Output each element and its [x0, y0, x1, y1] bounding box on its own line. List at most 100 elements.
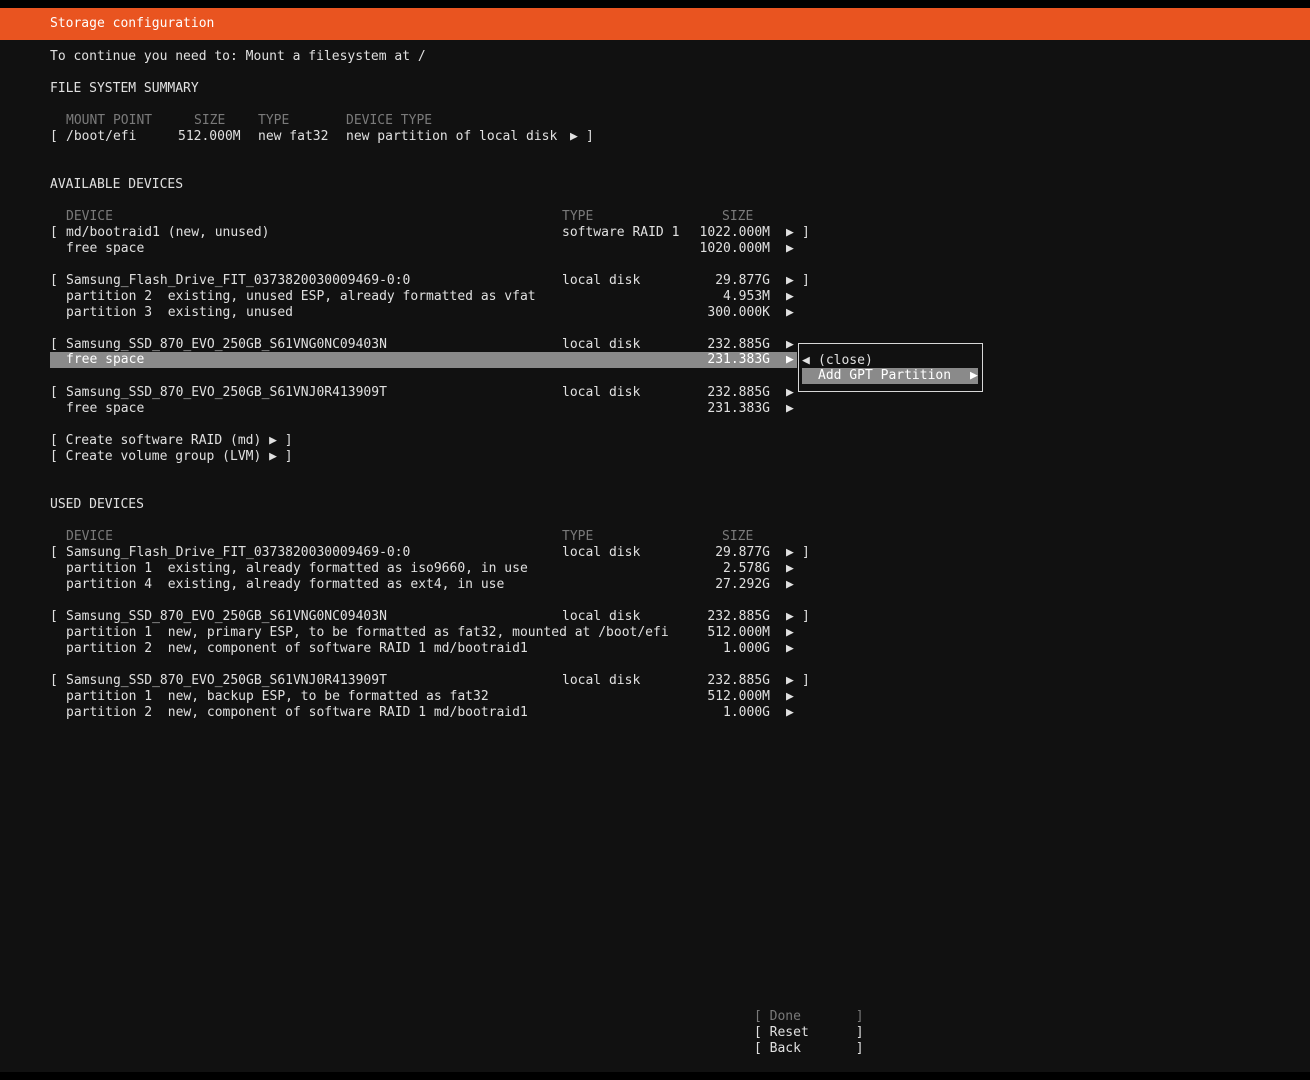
used-col-size: SIZE	[722, 529, 754, 544]
partition-label: partition 1 new, primary ESP, to be form…	[66, 625, 669, 640]
row-open-bracket: [	[50, 673, 58, 688]
free-space-label: free space	[66, 352, 145, 367]
device-type: local disk	[562, 273, 641, 288]
partition-size: 2.578G	[723, 561, 770, 576]
device-size: 29.877G	[715, 545, 770, 560]
expand-arrow-icon[interactable]: ▶	[786, 401, 794, 417]
partition-label: partition 2 existing, unused ESP, alread…	[66, 289, 536, 304]
device-type: local disk	[562, 385, 641, 400]
fs-row-device-type: new partition of local disk	[346, 129, 558, 144]
partition-size: 512.000M	[707, 625, 770, 640]
fs-col-type: TYPE	[258, 113, 290, 128]
device-size: 232.885G	[707, 673, 770, 688]
instruction-text: To continue you need to: Mount a filesys…	[50, 49, 426, 64]
row-open-bracket: [	[50, 609, 58, 624]
fs-col-size: SIZE	[194, 113, 226, 128]
expand-arrow-icon[interactable]: ▶	[570, 129, 578, 145]
partition-label: partition 1 new, backup ESP, to be forma…	[66, 689, 489, 704]
device-size: 232.885G	[707, 385, 770, 400]
row-close-bracket: ]	[802, 273, 810, 288]
bottom-border	[0, 1072, 1310, 1080]
expand-arrow-icon[interactable]: ▶	[786, 352, 794, 368]
device-name: Samsung_SSD_870_EVO_250GB_S61VNJ0R413909…	[66, 385, 387, 400]
expand-arrow-icon[interactable]: ▶	[786, 641, 794, 657]
title-bar: Storage configuration	[0, 8, 1310, 40]
avail-col-device: DEVICE	[66, 209, 113, 224]
fs-row-mount: /boot/efi	[66, 129, 137, 144]
device-size: 232.885G	[707, 337, 770, 352]
expand-arrow-icon[interactable]: ▶	[786, 225, 794, 241]
partition-label: partition 3 existing, unused	[66, 305, 293, 320]
expand-arrow-icon[interactable]: ▶	[786, 673, 794, 689]
partition-size: 4.953M	[723, 289, 770, 304]
fs-row-type: new fat32	[258, 129, 329, 144]
partition-context-menu: ◀ (close) Add GPT Partition ▶	[798, 343, 983, 392]
used-col-type: TYPE	[562, 529, 594, 544]
row-open-bracket: [	[50, 225, 58, 240]
used-devices-heading: USED DEVICES	[50, 497, 144, 512]
free-space-label: free space	[66, 241, 145, 256]
menu-close-item[interactable]: (close)	[818, 353, 873, 369]
row-open-bracket: [	[50, 129, 58, 144]
expand-arrow-icon[interactable]: ▶	[786, 273, 794, 289]
expand-arrow-icon[interactable]: ▶	[786, 241, 794, 257]
partition-label: partition 1 existing, already formatted …	[66, 561, 528, 576]
device-size: 29.877G	[715, 273, 770, 288]
partition-size: 1.000G	[723, 705, 770, 720]
expand-arrow-icon[interactable]: ▶	[786, 609, 794, 625]
expand-arrow-icon[interactable]: ▶	[786, 705, 794, 721]
top-border	[0, 0, 1310, 8]
avail-col-size: SIZE	[722, 209, 754, 224]
device-name: Samsung_Flash_Drive_FIT_0373820030009469…	[66, 545, 411, 560]
reset-button[interactable]: [ Reset ]	[754, 1025, 864, 1041]
selected-row-highlight	[50, 352, 797, 368]
fs-col-device-type: DEVICE TYPE	[346, 113, 433, 128]
row-open-bracket: [	[50, 545, 58, 560]
expand-arrow-icon[interactable]: ▶	[786, 289, 794, 305]
expand-arrow-icon[interactable]: ▶	[786, 305, 794, 321]
create-lvm-button[interactable]: [ Create volume group (LVM) ▶ ]	[50, 449, 293, 465]
expand-arrow-icon[interactable]: ▶	[786, 625, 794, 641]
back-button[interactable]: [ Back ]	[754, 1041, 864, 1057]
expand-arrow-icon[interactable]: ▶	[786, 545, 794, 561]
device-type: software RAID 1	[562, 225, 680, 240]
row-close-bracket: ]	[802, 225, 810, 240]
fs-row-size: 512.000M	[178, 129, 241, 144]
partition-label: partition 2 new, component of software R…	[66, 641, 528, 656]
free-space-size: 231.383G	[707, 401, 770, 416]
partition-size: 27.292G	[715, 577, 770, 592]
expand-arrow-icon[interactable]: ▶	[786, 561, 794, 577]
row-open-bracket: [	[50, 385, 58, 400]
available-devices-heading: AVAILABLE DEVICES	[50, 177, 184, 192]
create-raid-button[interactable]: [ Create software RAID (md) ▶ ]	[50, 433, 293, 449]
fs-summary-heading: FILE SYSTEM SUMMARY	[50, 81, 199, 96]
partition-size: 1.000G	[723, 641, 770, 656]
partition-size: 300.000K	[707, 305, 770, 320]
device-type: local disk	[562, 609, 641, 624]
expand-arrow-icon[interactable]: ▶	[786, 689, 794, 705]
device-type: local disk	[562, 673, 641, 688]
device-type: local disk	[562, 545, 641, 560]
device-size: 1022.000M	[699, 225, 770, 240]
expand-arrow-icon[interactable]: ▶	[786, 577, 794, 593]
device-size: 232.885G	[707, 609, 770, 624]
device-name: Samsung_Flash_Drive_FIT_0373820030009469…	[66, 273, 411, 288]
back-arrow-icon[interactable]: ◀	[802, 353, 810, 369]
partition-label: partition 4 existing, already formatted …	[66, 577, 505, 592]
free-space-size: 231.383G	[707, 352, 770, 367]
submenu-arrow-icon[interactable]: ▶	[970, 368, 978, 384]
row-close-bracket: ]	[802, 545, 810, 560]
used-col-device: DEVICE	[66, 529, 113, 544]
menu-add-gpt-partition[interactable]: Add GPT Partition	[818, 368, 951, 384]
expand-arrow-icon[interactable]: ▶	[786, 385, 794, 401]
free-space-label: free space	[66, 401, 145, 416]
device-name: Samsung_SSD_870_EVO_250GB_S61VNJ0R413909…	[66, 673, 387, 688]
expand-arrow-icon[interactable]: ▶	[786, 337, 794, 353]
device-name: Samsung_SSD_870_EVO_250GB_S61VNG0NC09403…	[66, 337, 387, 352]
free-space-size: 1020.000M	[699, 241, 770, 256]
partition-label: partition 2 new, component of software R…	[66, 705, 528, 720]
done-button[interactable]: [ Done ]	[754, 1009, 864, 1025]
avail-col-type: TYPE	[562, 209, 594, 224]
row-open-bracket: [	[50, 273, 58, 288]
row-close-bracket: ]	[586, 129, 594, 144]
